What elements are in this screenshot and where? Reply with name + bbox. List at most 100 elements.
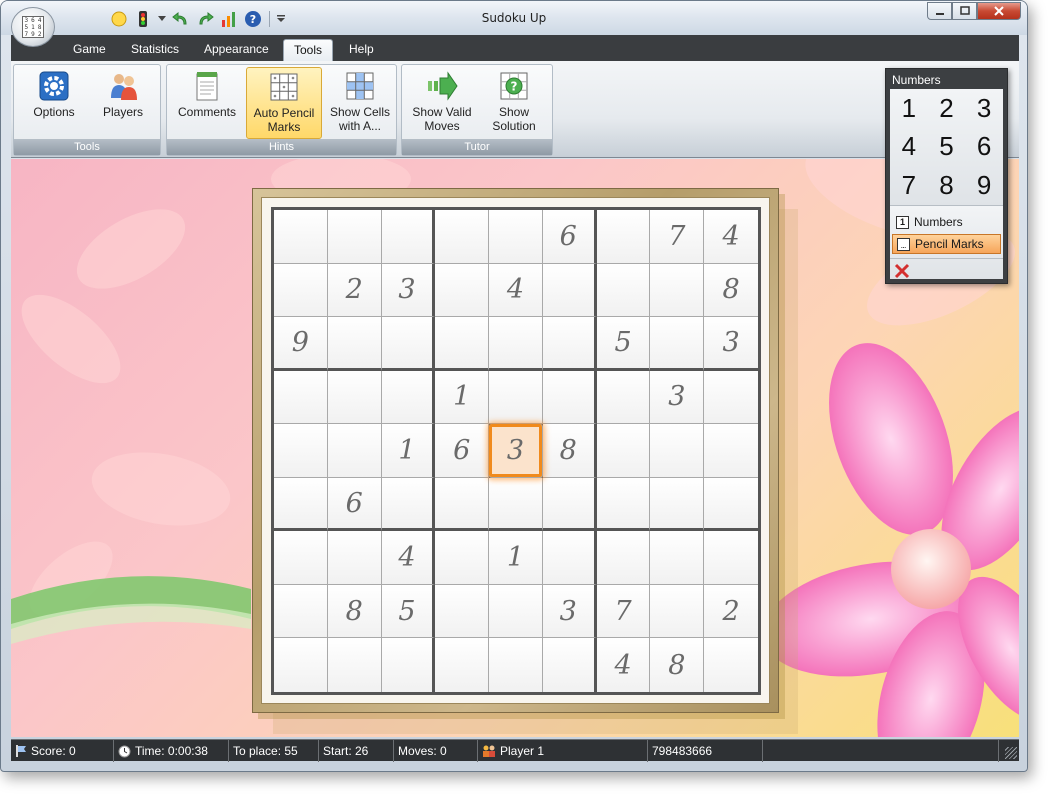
sudoku-cell-r9c2[interactable] <box>327 638 382 692</box>
sudoku-cell-r3c3[interactable] <box>381 317 436 371</box>
sudoku-cell-r9c4[interactable] <box>435 638 490 692</box>
sudoku-cell-r7c5[interactable]: 1 <box>489 531 543 585</box>
sudoku-cell-r2c2[interactable]: 2 <box>327 263 382 318</box>
sudoku-cell-r5c4[interactable]: 6 <box>435 424 490 478</box>
sudoku-cell-r6c7[interactable] <box>596 477 651 532</box>
sudoku-cell-r9c8[interactable]: 8 <box>650 638 705 692</box>
tab-tools[interactable]: Tools <box>283 39 334 61</box>
sudoku-cell-r8c4[interactable] <box>435 584 490 639</box>
sudoku-cell-r8c3[interactable]: 5 <box>381 584 436 639</box>
sudoku-cell-r1c5[interactable] <box>489 210 543 264</box>
sudoku-cell-r2c7[interactable] <box>596 263 651 318</box>
sudoku-cell-r8c2[interactable]: 8 <box>327 584 382 639</box>
sudoku-cell-r1c9[interactable]: 4 <box>704 210 758 264</box>
sudoku-cell-r7c1[interactable] <box>274 531 328 585</box>
sudoku-cell-r1c8[interactable]: 7 <box>650 210 705 264</box>
sudoku-cell-r1c2[interactable] <box>327 210 382 264</box>
sudoku-cell-r6c4[interactable] <box>435 477 490 532</box>
sudoku-cell-r2c1[interactable] <box>274 263 328 318</box>
sudoku-cell-r9c7[interactable]: 4 <box>596 638 651 692</box>
minimize-button[interactable] <box>927 2 952 20</box>
number-key-2[interactable]: 2 <box>928 89 966 128</box>
sudoku-cell-r2c4[interactable] <box>435 263 490 318</box>
sudoku-cell-r1c4[interactable] <box>435 210 490 264</box>
sudoku-cell-r1c6[interactable]: 6 <box>542 210 597 264</box>
number-key-8[interactable]: 8 <box>928 166 966 205</box>
players-button[interactable]: Players <box>88 67 158 139</box>
number-key-6[interactable]: 6 <box>965 128 1003 167</box>
sudoku-cell-r5c9[interactable] <box>704 424 758 478</box>
sudoku-cell-r3c7[interactable]: 5 <box>596 317 651 371</box>
sudoku-cell-r4c2[interactable] <box>327 370 382 425</box>
sudoku-cell-r9c1[interactable] <box>274 638 328 692</box>
comments-button[interactable]: Comments <box>172 67 242 139</box>
sudoku-cell-r6c8[interactable] <box>650 477 705 532</box>
sudoku-cell-r2c5[interactable]: 4 <box>489 263 543 318</box>
tab-appearance[interactable]: Appearance <box>194 39 279 61</box>
sudoku-cell-r4c9[interactable] <box>704 370 758 425</box>
sudoku-cell-r3c1[interactable]: 9 <box>274 317 328 371</box>
sudoku-cell-r8c6[interactable]: 3 <box>542 584 597 639</box>
show-cells-button[interactable]: Show Cells with A... <box>325 67 395 139</box>
mode-numbers[interactable]: 1 Numbers <box>892 212 1001 232</box>
number-key-7[interactable]: 7 <box>890 166 928 205</box>
sudoku-cell-r4c6[interactable] <box>542 370 597 425</box>
tab-statistics[interactable]: Statistics <box>121 39 189 61</box>
sudoku-cell-r1c7[interactable] <box>596 210 651 264</box>
sudoku-cell-r7c7[interactable] <box>596 531 651 585</box>
sudoku-cell-r9c6[interactable] <box>542 638 597 692</box>
sudoku-cell-r3c9[interactable]: 3 <box>704 317 758 371</box>
sudoku-cell-r5c6[interactable]: 8 <box>542 424 597 478</box>
sudoku-cell-r5c3[interactable]: 1 <box>381 424 436 478</box>
number-key-9[interactable]: 9 <box>965 166 1003 205</box>
sudoku-cell-r5c5[interactable]: 3 <box>489 424 543 478</box>
sudoku-cell-r6c6[interactable] <box>542 477 597 532</box>
number-key-3[interactable]: 3 <box>965 89 1003 128</box>
sudoku-cell-r8c8[interactable] <box>650 584 705 639</box>
close-button[interactable] <box>977 2 1021 20</box>
sudoku-cell-r4c5[interactable] <box>489 370 543 425</box>
sudoku-cell-r6c3[interactable] <box>381 477 436 532</box>
sudoku-cell-r4c3[interactable] <box>381 370 436 425</box>
sudoku-cell-r3c4[interactable] <box>435 317 490 371</box>
sudoku-cell-r7c2[interactable] <box>327 531 382 585</box>
sudoku-cell-r8c7[interactable]: 7 <box>596 584 651 639</box>
sudoku-cell-r5c1[interactable] <box>274 424 328 478</box>
options-button[interactable]: Options <box>19 67 89 139</box>
number-key-4[interactable]: 4 <box>890 128 928 167</box>
sudoku-cell-r4c4[interactable]: 1 <box>435 370 490 425</box>
sudoku-cell-r3c2[interactable] <box>327 317 382 371</box>
sudoku-cell-r6c9[interactable] <box>704 477 758 532</box>
sudoku-cell-r9c9[interactable] <box>704 638 758 692</box>
resize-grip-icon[interactable] <box>1005 747 1017 759</box>
sudoku-cell-r5c2[interactable] <box>327 424 382 478</box>
sudoku-cell-r6c5[interactable] <box>489 477 543 532</box>
sudoku-cell-r3c5[interactable] <box>489 317 543 371</box>
show-solution-button[interactable]: ? Show Solution <box>479 67 549 139</box>
tab-game[interactable]: Game <box>63 39 116 61</box>
sudoku-cell-r8c5[interactable] <box>489 584 543 639</box>
sudoku-cell-r5c7[interactable] <box>596 424 651 478</box>
sudoku-cell-r2c6[interactable] <box>542 263 597 318</box>
sudoku-cell-r2c3[interactable]: 3 <box>381 263 436 318</box>
sudoku-cell-r9c5[interactable] <box>489 638 543 692</box>
auto-pencil-marks-button[interactable]: Auto Pencil Marks <box>246 67 322 139</box>
sudoku-cell-r6c1[interactable] <box>274 477 328 532</box>
sudoku-cell-r7c9[interactable] <box>704 531 758 585</box>
sudoku-cell-r8c1[interactable] <box>274 584 328 639</box>
sudoku-cell-r1c1[interactable] <box>274 210 328 264</box>
sudoku-cell-r7c8[interactable] <box>650 531 705 585</box>
sudoku-cell-r7c6[interactable] <box>542 531 597 585</box>
sudoku-cell-r7c4[interactable] <box>435 531 490 585</box>
sudoku-cell-r4c7[interactable] <box>596 370 651 425</box>
sudoku-cell-r8c9[interactable]: 2 <box>704 584 758 639</box>
sudoku-cell-r3c8[interactable] <box>650 317 705 371</box>
maximize-button[interactable] <box>952 2 977 20</box>
clear-cell-button[interactable] <box>890 258 1003 282</box>
sudoku-cell-r1c3[interactable] <box>381 210 436 264</box>
sudoku-cell-r7c3[interactable]: 4 <box>381 531 436 585</box>
sudoku-cell-r9c3[interactable] <box>381 638 436 692</box>
application-menu-button[interactable]: 364518792 <box>11 7 55 47</box>
sudoku-cell-r2c8[interactable] <box>650 263 705 318</box>
sudoku-cell-r5c8[interactable] <box>650 424 705 478</box>
